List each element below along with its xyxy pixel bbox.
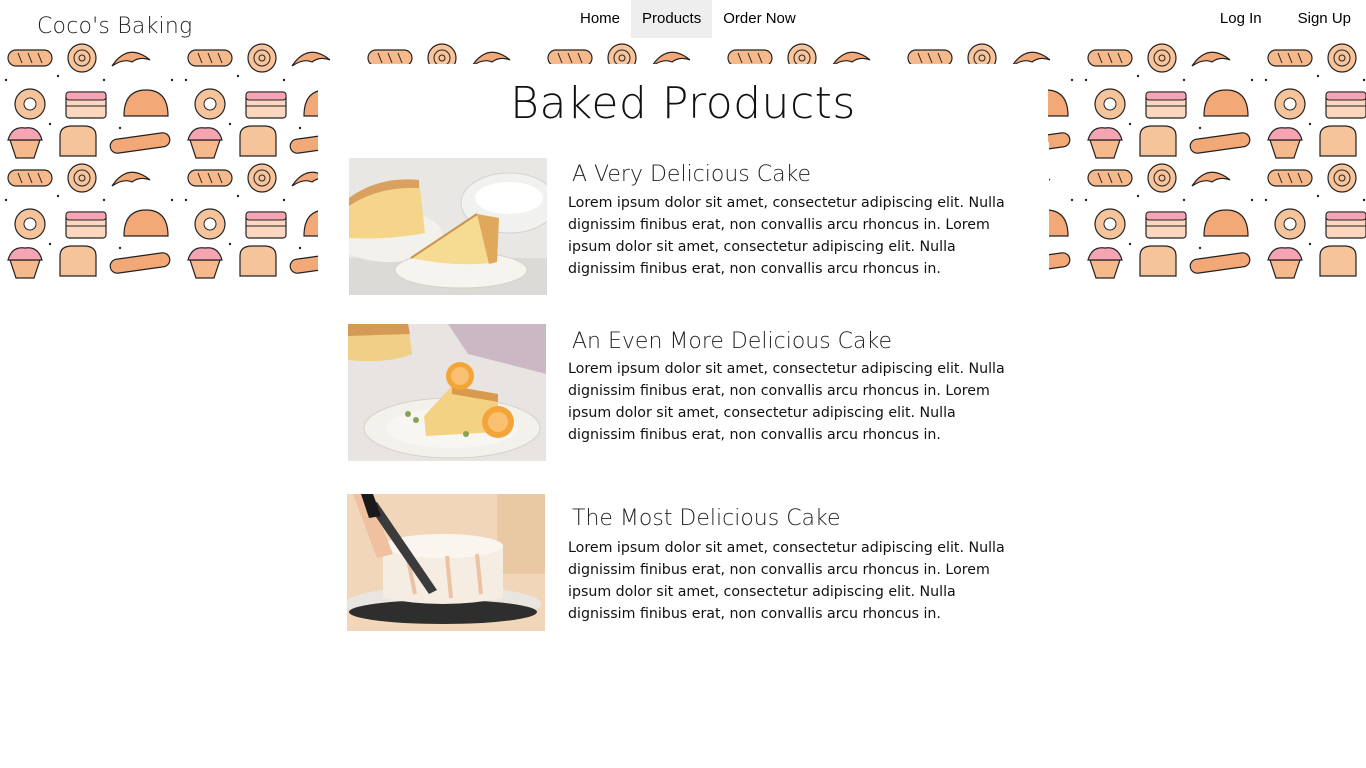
frosting-cake-photo — [347, 494, 545, 631]
product-description: Lorem ipsum dolor sit amet, consectetur … — [568, 195, 1005, 277]
main-nav: Home Products Order Now — [569, 0, 807, 38]
product-description: Lorem ipsum dolor sit amet, consectetur … — [568, 540, 1005, 622]
product-title: The Most Delicious Cake — [572, 506, 841, 531]
nav-order-now-link[interactable]: Order Now — [712, 0, 807, 38]
brand-logo-text[interactable]: Coco's Baking — [37, 14, 192, 39]
product-title: A Very Delicious Cake — [572, 162, 812, 187]
navbar: Coco's Baking Home Products Order Now Lo… — [0, 0, 1366, 40]
product-description: Lorem ipsum dolor sit amet, consectetur … — [568, 361, 1005, 443]
page-title: Baked Products — [510, 78, 856, 129]
log-in-link[interactable]: Log In — [1209, 0, 1273, 38]
nav-products-link[interactable]: Products — [631, 0, 713, 38]
product-list: A Very Delicious Cake Lorem ipsum dolor … — [318, 142, 1049, 662]
nav-home-link[interactable]: Home — [569, 0, 631, 38]
peach-cake-slice-photo — [348, 324, 546, 461]
page-title-box: Baked Products — [318, 64, 1048, 142]
product-title: An Even More Delicious Cake — [572, 329, 893, 354]
sign-up-link[interactable]: Sign Up — [1287, 0, 1362, 38]
sponge-cake-slice-photo — [349, 158, 547, 295]
auth-nav: Log In Sign Up — [1195, 0, 1362, 38]
